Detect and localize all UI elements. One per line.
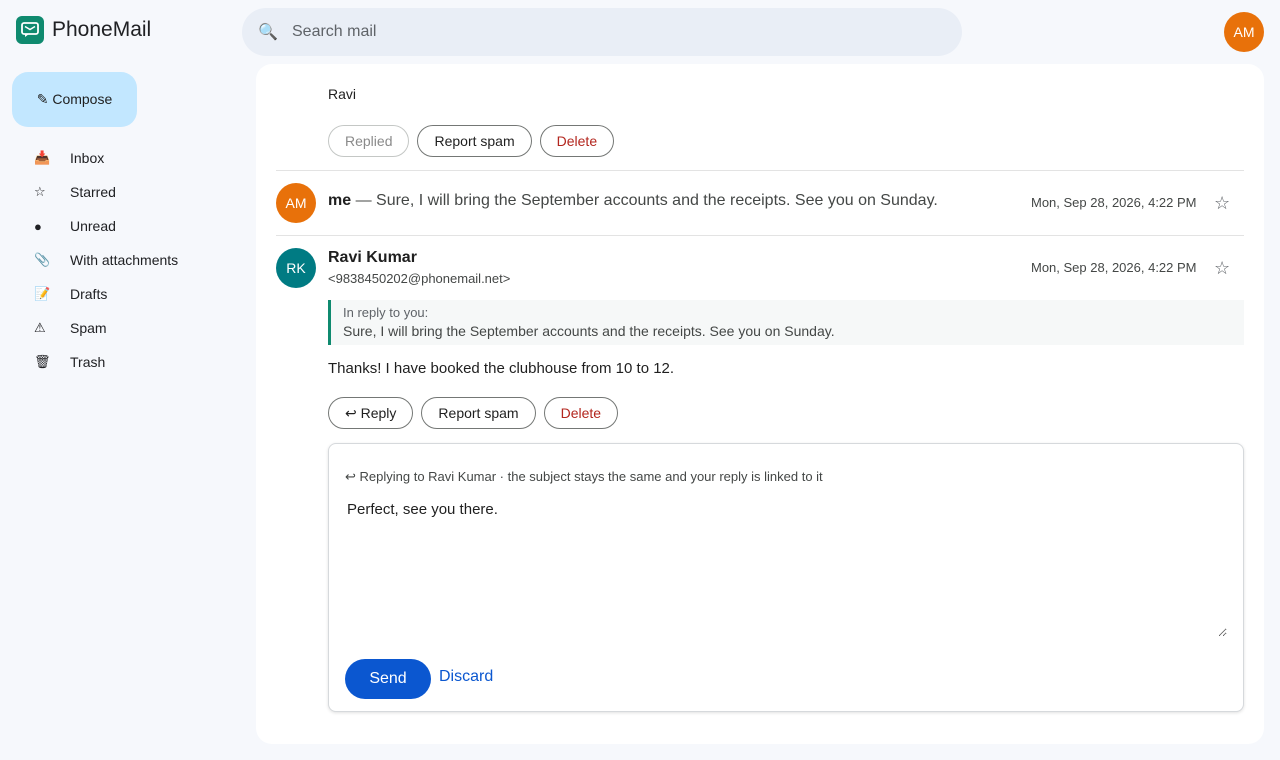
paperclip-icon: 📎 bbox=[34, 252, 51, 267]
message-body: Thanks! I have booked the clubhouse from… bbox=[328, 360, 675, 377]
trash-icon: 🗑 bbox=[34, 354, 51, 369]
sidebar-item-label: Trash bbox=[70, 354, 106, 370]
message-date: Mon, Sep 28, 2026, 4:22 PM bbox=[1031, 195, 1197, 210]
star-icon[interactable]: ☆ bbox=[1214, 193, 1230, 214]
reply-composer: ↩ Replying to Ravi Kumar · the subject s… bbox=[328, 443, 1244, 712]
message-snippet: Sure, I will bring the September account… bbox=[376, 192, 938, 209]
sidebar-nav: 📥 Inbox ☆ Starred ● Unread 📎 With attach… bbox=[24, 141, 224, 379]
divider bbox=[276, 235, 1244, 236]
sidebar-item-starred[interactable]: ☆ Starred bbox=[24, 175, 224, 209]
quote-label: In reply to you: bbox=[343, 305, 429, 320]
message-sender: me bbox=[328, 192, 352, 209]
message-actions: ↩ Reply Report spam Delete bbox=[328, 397, 619, 429]
message-actions: Replied Report spam Delete bbox=[328, 125, 615, 157]
reply-hint: ↩ Replying to Ravi Kumar · the subject s… bbox=[345, 469, 823, 484]
app-name: PhoneMail bbox=[52, 18, 152, 41]
avatar: RK bbox=[276, 248, 316, 288]
sidebar-item-label: Spam bbox=[70, 320, 107, 336]
sidebar-item-trash[interactable]: 🗑 Trash bbox=[24, 345, 224, 379]
message-date: Mon, Sep 28, 2026, 4:22 PM bbox=[1031, 260, 1197, 275]
sidebar-item-spam[interactable]: ⚠ Spam bbox=[24, 311, 224, 345]
discard-button[interactable]: Discard bbox=[439, 668, 493, 686]
app-logo[interactable]: PhoneMail bbox=[16, 16, 151, 44]
report-spam-button[interactable]: Report spam bbox=[421, 397, 536, 429]
reply-button[interactable]: ↩ Reply bbox=[328, 397, 414, 429]
collapsed-message[interactable]: me — Sure, I will bring the September ac… bbox=[328, 192, 938, 210]
delete-button[interactable]: Delete bbox=[543, 397, 619, 429]
sidebar-item-label: With attachments bbox=[70, 252, 179, 268]
sidebar-item-drafts[interactable]: 📝 Drafts bbox=[24, 277, 224, 311]
message-signature: Ravi bbox=[328, 86, 357, 102]
send-button[interactable]: Send bbox=[345, 659, 431, 699]
quote-text: Sure, I will bring the September account… bbox=[343, 323, 835, 339]
sender-name: Ravi Kumar bbox=[328, 249, 417, 266]
search-input[interactable] bbox=[292, 23, 892, 41]
sidebar-item-label: Unread bbox=[70, 218, 116, 234]
search-icon[interactable]: 🔍 bbox=[258, 22, 278, 42]
separator: — bbox=[351, 192, 377, 209]
divider bbox=[276, 170, 1244, 171]
replied-button[interactable]: Replied bbox=[328, 125, 410, 157]
sidebar-item-inbox[interactable]: 📥 Inbox bbox=[24, 141, 224, 175]
search-bar[interactable]: 🔍 bbox=[242, 8, 962, 56]
memo-icon: 📝 bbox=[34, 286, 51, 301]
report-spam-button[interactable]: Report spam bbox=[417, 125, 532, 157]
star-icon: ☆ bbox=[34, 184, 46, 199]
dot-icon: ● bbox=[34, 218, 42, 234]
sender-email: <9838450202@phonemail.net> bbox=[328, 271, 511, 286]
avatar: AM bbox=[276, 183, 316, 223]
mail-chat-icon bbox=[16, 16, 44, 44]
thread-view: Ravi Replied Report spam Delete AM me — … bbox=[256, 64, 1264, 744]
sidebar-item-unread[interactable]: ● Unread bbox=[24, 209, 224, 243]
inbox-icon: 📥 bbox=[34, 150, 51, 165]
sidebar-item-attachments[interactable]: 📎 With attachments bbox=[24, 243, 224, 277]
reply-textarea[interactable]: Perfect, see you there. bbox=[345, 499, 1227, 637]
sidebar-item-label: Drafts bbox=[70, 286, 108, 302]
reply-quote: In reply to you: Sure, I will bring the … bbox=[328, 300, 1244, 345]
delete-button[interactable]: Delete bbox=[539, 125, 615, 157]
star-icon[interactable]: ☆ bbox=[1214, 258, 1230, 279]
sidebar-item-label: Starred bbox=[70, 184, 116, 200]
warning-icon: ⚠ bbox=[34, 320, 46, 335]
compose-button[interactable]: ✎ Compose bbox=[12, 72, 137, 127]
account-avatar[interactable]: AM bbox=[1224, 12, 1264, 52]
sidebar-item-label: Inbox bbox=[70, 150, 105, 166]
